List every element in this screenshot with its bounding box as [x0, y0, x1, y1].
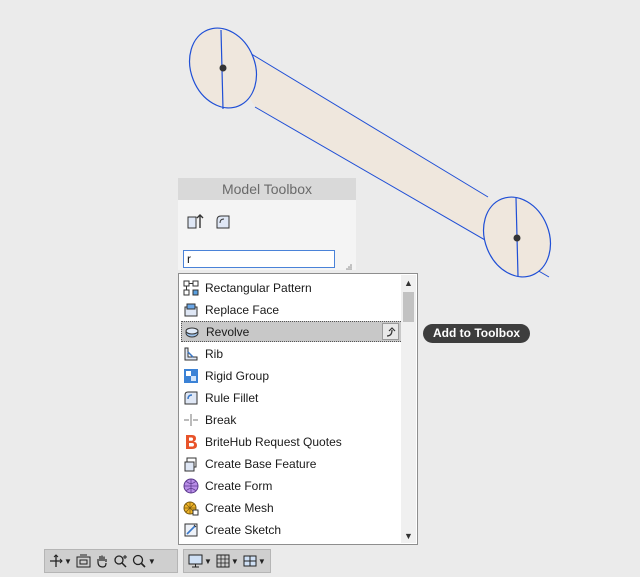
britehub-icon [186, 434, 197, 449]
display-toolbar: ▼ ▼ ▼ [183, 549, 271, 573]
rule-fillet-icon [184, 391, 198, 404]
scrollbar-thumb[interactable] [403, 292, 414, 322]
item-label: Rectangular Pattern [205, 280, 312, 295]
add-to-toolbox-icon [386, 327, 396, 337]
rib-icon [184, 347, 198, 360]
fit-view-icon [132, 554, 146, 568]
item-label: Create Base Feature [205, 456, 317, 471]
create-base-feature-icon [184, 457, 197, 471]
list-item-create-base-feature[interactable]: Create Base Feature [181, 453, 403, 474]
display-settings-button[interactable]: ▼ [188, 554, 212, 568]
add-to-toolbox-button[interactable] [382, 323, 399, 340]
item-label: Replace Face [205, 302, 280, 317]
item-label: Rib [205, 346, 224, 361]
list-item-create-form[interactable]: Create Form [181, 475, 403, 496]
list-item-rib[interactable]: Rib [181, 343, 403, 364]
scroll-up-icon[interactable]: ▲ [401, 275, 416, 290]
item-label: BriteHub Request Quotes [205, 434, 342, 449]
item-label: Rule Fillet [205, 390, 259, 405]
axis-point-right [513, 234, 521, 242]
revolve-icon [185, 327, 199, 337]
chevron-down-icon[interactable]: ▼ [231, 557, 239, 566]
list-item-rectangular-pattern[interactable]: Rectangular Pattern [181, 277, 403, 298]
item-label: Rigid Group [205, 368, 270, 383]
zoom-button[interactable] [113, 554, 128, 568]
chevron-down-icon[interactable]: ▼ [258, 557, 266, 566]
orbit-icon [50, 554, 63, 567]
chevron-down-icon[interactable]: ▼ [148, 557, 156, 566]
list-item-revolve[interactable]: Revolve [181, 321, 403, 342]
item-label: Create Mesh [205, 500, 274, 515]
viewports-button[interactable]: ▼ [243, 554, 266, 568]
create-mesh-icon [183, 501, 199, 515]
create-sketch-icon [184, 523, 198, 536]
pan-hand-icon [97, 555, 107, 568]
list-item-britehub[interactable]: BriteHub Request Quotes [181, 431, 403, 452]
item-label: Revolve [206, 324, 250, 339]
replace-face-icon [184, 303, 198, 316]
chevron-down-icon[interactable]: ▼ [204, 557, 212, 566]
list-item-create-sketch[interactable]: Create Sketch [181, 519, 403, 540]
fillet-icon[interactable] [214, 213, 232, 231]
item-label: Create Sketch [205, 522, 282, 537]
look-at-button[interactable] [76, 554, 91, 568]
orbit-button[interactable]: ▼ [49, 554, 72, 568]
fit-button[interactable]: ▼ [132, 554, 156, 568]
navigation-toolbar: ▼ ▼ [44, 549, 178, 573]
add-to-toolbox-tooltip: Add to Toolbox [423, 324, 531, 343]
list-item-break[interactable]: Break [181, 409, 403, 430]
list-item-create-mesh[interactable]: Create Mesh [181, 497, 403, 518]
item-label: Create Form [205, 478, 273, 493]
axis-point-left [219, 64, 227, 72]
extrude-icon[interactable] [186, 213, 204, 231]
viewports-icon [243, 555, 257, 567]
look-at-icon [76, 554, 91, 568]
list-item-replace-face[interactable]: Replace Face [181, 299, 403, 320]
toolbox-search-input[interactable] [183, 250, 335, 268]
dropdown-scrollbar[interactable]: ▲ ▼ [401, 275, 416, 543]
toolbox-title: Model Toolbox [178, 178, 356, 200]
monitor-icon [188, 554, 203, 568]
rectangular-pattern-icon [183, 280, 199, 295]
chevron-down-icon[interactable]: ▼ [64, 557, 72, 566]
pan-button[interactable] [95, 554, 109, 568]
grid-settings-button[interactable]: ▼ [216, 554, 239, 568]
resize-grip-icon[interactable] [345, 263, 353, 271]
zoom-icon [114, 555, 127, 568]
command-search-dropdown: Rectangular Pattern Replace Face Revolve… [178, 273, 418, 545]
item-label: Break [205, 412, 237, 427]
break-icon [184, 413, 198, 426]
create-form-icon [183, 478, 199, 493]
grid-icon [216, 554, 230, 568]
rigid-group-icon [184, 368, 198, 383]
scroll-down-icon[interactable]: ▼ [401, 528, 416, 543]
list-item-rule-fillet[interactable]: Rule Fillet [181, 387, 403, 408]
list-item-rigid-group[interactable]: Rigid Group [181, 365, 403, 386]
